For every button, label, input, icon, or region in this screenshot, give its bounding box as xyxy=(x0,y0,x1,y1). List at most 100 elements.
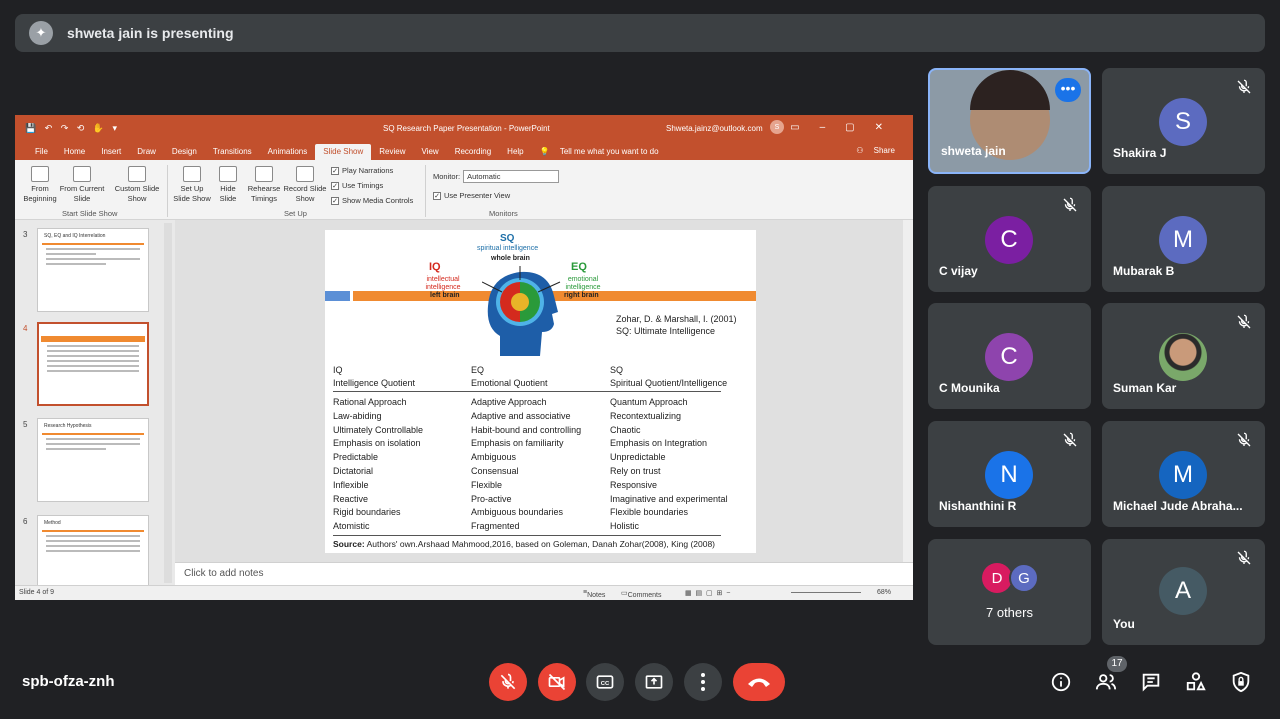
from-beginning-button: From Beginning xyxy=(20,166,60,204)
right-brain-label: right brain xyxy=(564,292,599,299)
monitor-select: Monitor: Automatic xyxy=(433,170,560,183)
sq-heading: SQ xyxy=(500,233,515,244)
closed-captions-icon: CC xyxy=(596,675,614,689)
participant-tile-self[interactable]: A You xyxy=(1102,539,1265,645)
participant-name: Nishanthini R xyxy=(939,499,1017,513)
participant-tile[interactable]: M Michael Jude Abraha... xyxy=(1102,421,1265,527)
presenter-avatar: ✦ xyxy=(29,21,53,45)
slide-thumbnail: SQ, EQ and IQ Interrelation xyxy=(37,228,149,312)
avatar: C xyxy=(985,333,1033,381)
participant-tile[interactable]: C C vijay xyxy=(928,186,1091,292)
people-icon xyxy=(1095,674,1117,690)
activities-button[interactable] xyxy=(1183,669,1209,695)
account-name: Shweta.jainz@outlook.com xyxy=(666,124,763,133)
participant-tile-shweta[interactable]: ••• shweta jain xyxy=(928,68,1091,174)
list-item: Reactive xyxy=(333,493,369,504)
chat-button[interactable] xyxy=(1138,669,1164,695)
present-now-button[interactable] xyxy=(635,663,673,701)
camera-toggle-button[interactable] xyxy=(538,663,576,701)
record-slide-show-button: Record Slide Show xyxy=(282,166,328,204)
col-iq-items: Rational Approach Law-abiding Ultimately… xyxy=(333,396,423,534)
table-rule xyxy=(333,535,721,536)
present-screen-icon xyxy=(645,675,663,689)
list-item: Inflexible xyxy=(333,479,369,490)
rehearse-timings-button: Rehearse Timings xyxy=(246,166,282,204)
participant-name: C vijay xyxy=(939,264,978,278)
avatar: D xyxy=(982,563,1012,593)
others-tile[interactable]: D G 7 others xyxy=(928,539,1091,645)
list-item: Adaptive Approach xyxy=(471,397,547,407)
user-avatar: S xyxy=(770,120,784,134)
ribbon-tabs: File Home Insert Draw Design Transitions… xyxy=(15,142,913,160)
col-sq-name: Spiritual Quotient/Intelligence xyxy=(610,378,728,388)
list-item: Holistic xyxy=(610,521,640,532)
mic-off-icon xyxy=(1063,197,1077,212)
list-item: Consensual xyxy=(471,465,519,476)
sq-subtitle: spiritual intelligence xyxy=(477,245,539,252)
zoom-slider xyxy=(791,592,861,593)
list-item: Imaginative and experimental xyxy=(610,493,728,504)
from-current-button: From Current Slide xyxy=(59,166,105,204)
view-buttons: ▦ ▤ ▢ ⊞ − xyxy=(685,590,731,597)
col-eq-abbr: EQ xyxy=(471,365,485,375)
leave-call-button[interactable] xyxy=(733,663,785,701)
table-rule xyxy=(333,391,721,392)
participant-tile[interactable]: S Shakira J xyxy=(1102,68,1265,174)
ribbon-divider xyxy=(425,165,426,217)
mic-off-icon xyxy=(1237,314,1251,329)
host-controls-button[interactable] xyxy=(1228,669,1254,695)
more-options-icon[interactable]: ••• xyxy=(1055,78,1081,102)
list-item: Emphasis on Integration xyxy=(610,438,708,449)
tab-animations: Animations xyxy=(267,147,308,156)
iq-subtitle: intellectual intelligence xyxy=(425,276,461,291)
presenter-view-checkbox: ✓ Use Presenter View xyxy=(433,191,511,200)
show-media-checkbox: ✓ Show Media Controls xyxy=(331,196,414,205)
hide-slide-button: Hide Slide xyxy=(215,166,241,204)
participant-tile[interactable]: N Nishanthini R xyxy=(928,421,1091,527)
mic-toggle-button[interactable] xyxy=(489,663,527,701)
participant-tile[interactable]: C C Mounika xyxy=(928,303,1091,409)
participant-tile[interactable]: Suman Kar xyxy=(1102,303,1265,409)
mic-off-icon xyxy=(500,673,516,690)
people-button[interactable] xyxy=(1093,669,1119,695)
blue-bar xyxy=(325,291,350,301)
group-start-slide-show: Start Slide Show xyxy=(62,209,118,218)
list-item: Dictatorial xyxy=(333,465,374,476)
list-item: Predictable xyxy=(333,452,379,463)
meeting-code: spb-ofza-znh xyxy=(22,673,115,690)
list-item: Adaptive and associative xyxy=(471,410,571,421)
share-button: ⚇ Share xyxy=(856,146,895,155)
col-eq-name: Emotional Quotient xyxy=(471,378,548,388)
reference-title: SQ: Ultimate Intelligence xyxy=(616,326,716,336)
list-item: Atomistic xyxy=(333,521,370,532)
avatar: G xyxy=(1009,563,1039,593)
notes-pane: Click to add notes xyxy=(175,562,913,585)
camera-off-icon xyxy=(548,673,566,691)
meeting-details-button[interactable] xyxy=(1048,669,1074,695)
participant-name: shweta jain xyxy=(941,144,1006,158)
more-vert-icon xyxy=(701,673,705,691)
avatar: N xyxy=(985,451,1033,499)
presenting-banner: ✦ shweta jain is presenting xyxy=(15,14,1265,52)
slideshow-icon xyxy=(73,166,91,182)
list-item: Chaotic xyxy=(610,424,641,435)
hide-slide-icon xyxy=(219,166,237,182)
window-controls: ▭–▢✕ xyxy=(790,122,903,133)
group-monitors: Monitors xyxy=(489,209,518,218)
tab-draw: Draw xyxy=(137,147,156,156)
list-item: Rely on trust xyxy=(610,465,661,476)
list-item: Rigid boundaries xyxy=(333,507,401,518)
captions-button[interactable]: CC xyxy=(586,663,624,701)
people-count-badge: 17 xyxy=(1107,656,1127,672)
custom-show-icon xyxy=(128,166,146,182)
list-item: Recontextualizing xyxy=(610,410,682,421)
participant-name: C Mounika xyxy=(939,381,1000,395)
timer-icon xyxy=(255,166,273,182)
participant-name: Mubarak B xyxy=(1113,264,1175,278)
hang-up-icon xyxy=(748,678,770,687)
shield-lock-icon xyxy=(1232,671,1250,693)
source-line: Source: Authors' own.Arshaad Mahmood,201… xyxy=(333,539,716,549)
participant-tile[interactable]: M Mubarak B xyxy=(1102,186,1265,292)
chat-icon xyxy=(1142,673,1160,692)
more-options-button[interactable] xyxy=(684,663,722,701)
